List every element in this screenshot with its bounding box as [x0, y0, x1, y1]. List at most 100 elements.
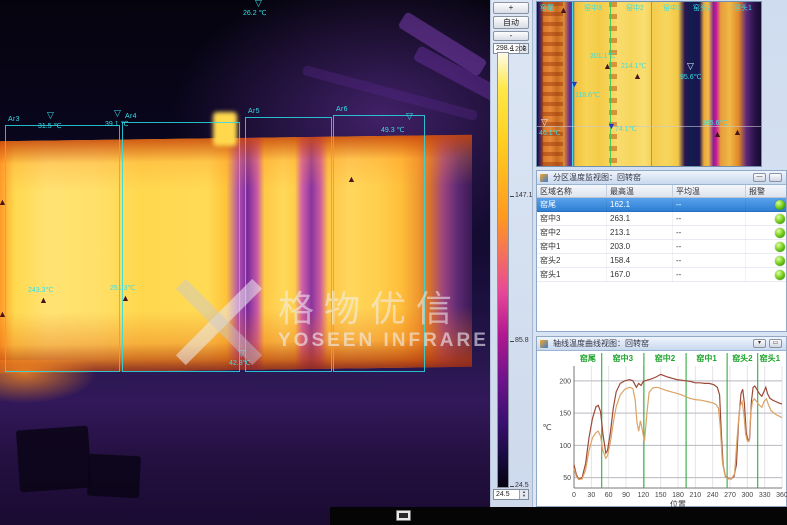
- level-min-spinner[interactable]: 24.5 ▲▼: [493, 489, 529, 500]
- scale-tick: [510, 341, 514, 342]
- strip-region-label: 窑头1: [734, 3, 752, 13]
- chart-tool-button[interactable]: ▾: [753, 339, 766, 348]
- table-row[interactable]: 窑中3263.1--: [537, 212, 786, 226]
- zone-name-cell: 窑中2: [537, 226, 607, 240]
- coldspot-marker-icon[interactable]: ▽: [687, 62, 694, 71]
- alarm-status-indicator: [775, 228, 785, 238]
- column-header[interactable]: 平均温: [673, 185, 746, 198]
- alarm-status-indicator: [775, 270, 785, 280]
- temperature-label: 95.6℃: [680, 74, 702, 82]
- measure-region-box[interactable]: Ar4: [122, 122, 240, 372]
- zoom-out-button[interactable]: -: [493, 31, 529, 41]
- temperature-label: 243.3℃: [28, 287, 53, 295]
- zone-name-cell: 窑头2: [537, 254, 607, 268]
- chart-region-label: 窑头2: [732, 353, 753, 363]
- temperature-label: 49.3 ℃: [381, 127, 404, 135]
- restore-button[interactable]: [769, 173, 782, 182]
- zone-name-cell: 窑头1: [537, 268, 607, 282]
- hotspot-marker-icon[interactable]: ▲: [713, 130, 722, 139]
- bottom-taskbar: [330, 507, 787, 525]
- temperature-label: 42.8℃: [229, 360, 251, 368]
- measure-region-box[interactable]: Ar3: [5, 125, 120, 372]
- table-row[interactable]: 窑中2213.1--: [537, 226, 786, 240]
- hotspot-marker-icon[interactable]: ▲: [733, 128, 742, 137]
- strip-region-label: 窑中2: [626, 3, 644, 13]
- alarm-status-indicator: [775, 242, 785, 252]
- coldspot-marker-icon[interactable]: ▽: [255, 0, 262, 8]
- coldspot-marker-icon[interactable]: ▽: [47, 111, 54, 120]
- hotspot-marker-icon[interactable]: ▲: [603, 62, 612, 71]
- y-tick-label: 200: [559, 378, 571, 385]
- strip-region-label: 窑尾: [540, 3, 554, 13]
- coldspot-marker-icon[interactable]: ▽: [406, 112, 413, 121]
- table-body: 窑尾162.1--窑中3263.1--窑中2213.1--窑中1203.0--窑…: [537, 198, 786, 331]
- window-icon: [540, 174, 548, 182]
- max-temp-cell: 263.1: [607, 212, 673, 226]
- strip-scan-line: [537, 126, 761, 127]
- x-tick-label: 0: [572, 492, 576, 499]
- region-name-label: Ar4: [125, 113, 137, 120]
- alarm-status-indicator: [775, 214, 785, 224]
- x-tick-label: 90: [622, 492, 630, 499]
- table-window-titlebar[interactable]: 分区温度监视图：回转窑 —: [537, 171, 786, 185]
- region-name-label: Ar5: [248, 108, 260, 115]
- hotspot-marker-icon[interactable]: ▲: [0, 198, 7, 207]
- scale-tick: [510, 486, 514, 487]
- measure-region-box[interactable]: Ar5: [245, 117, 332, 372]
- avg-temp-cell: --: [673, 268, 746, 282]
- column-header[interactable]: 最高温: [607, 185, 673, 198]
- thermal-image-view[interactable]: Ar3Ar4Ar5Ar6▽26.2 ℃▽31.5 ℃▽39.1 ℃▽49.3 ℃…: [0, 0, 490, 525]
- hotspot-marker-icon[interactable]: ▲: [121, 294, 130, 303]
- zone-name-cell: 窑尾: [537, 198, 607, 212]
- measure-region-box[interactable]: Ar6: [333, 115, 425, 372]
- auto-scale-button[interactable]: 自动: [493, 16, 529, 29]
- column-header[interactable]: 报警: [746, 185, 787, 198]
- region-name-label: Ar3: [8, 116, 20, 123]
- temperature-label: 39.1 ℃: [105, 121, 128, 129]
- hotspot-marker-icon[interactable]: ▲: [633, 72, 642, 81]
- x-tick-label: 270: [724, 492, 736, 499]
- hotspot-marker-icon[interactable]: ▲: [347, 175, 356, 184]
- y-tick-label: 150: [559, 411, 571, 418]
- spinner-arrows-icon[interactable]: ▲▼: [519, 490, 528, 499]
- scale-tick-label: 147.1: [515, 192, 533, 199]
- table-header-row: 区域名称最高温平均温报警: [537, 185, 786, 198]
- minimize-button[interactable]: —: [753, 173, 766, 182]
- max-temp-cell: 167.0: [607, 268, 673, 282]
- column-header[interactable]: 区域名称: [537, 185, 607, 198]
- coldspot-marker-icon[interactable]: ▽: [114, 109, 121, 118]
- avg-temp-cell: --: [673, 198, 746, 212]
- hotspot-marker-icon[interactable]: ▲: [39, 296, 48, 305]
- temperature-label: 201.1℃: [590, 53, 615, 61]
- kiln-strip-view[interactable]: 窑尾窑中3窑中2窑中1窑头2窑头1▲▲201.1℃▲214.1℃▼118.6℃▽…: [536, 1, 762, 167]
- coldspot-marker-icon[interactable]: ▼: [570, 80, 579, 89]
- tray-window-icon[interactable]: [396, 510, 411, 521]
- hotspot-marker-icon[interactable]: ▲: [559, 6, 568, 15]
- strip-region-label: 窑中1: [663, 3, 681, 13]
- strip-region-label: 窑头2: [693, 3, 711, 13]
- coldspot-marker-icon[interactable]: ▽: [238, 349, 245, 358]
- x-tick-label: 180: [672, 492, 684, 499]
- temperature-label: 165.6℃: [702, 120, 727, 128]
- strip-texture: [541, 2, 563, 166]
- zoom-in-button[interactable]: +: [493, 2, 529, 14]
- strip-boundary-line: [651, 2, 652, 166]
- strip-boundary-line: [610, 2, 611, 166]
- chart-window-titlebar[interactable]: 轴线温度曲线视图：回转窑 ▾ ▭: [537, 337, 786, 351]
- y-axis-title: ℃: [543, 423, 552, 432]
- region-name-label: Ar6: [336, 106, 348, 113]
- max-temp-cell: 162.1: [607, 198, 673, 212]
- table-row[interactable]: 窑头1167.0--: [537, 268, 786, 282]
- y-tick-label: 50: [563, 475, 571, 482]
- temperature-curve-chart[interactable]: 50100150200窑尾窑中3窑中2窑中1窑头2窑头1030609012015…: [537, 351, 787, 508]
- coldspot-marker-icon[interactable]: ▽: [541, 118, 548, 127]
- zone-name-cell: 窑中3: [537, 212, 607, 226]
- table-row[interactable]: 窑头2158.4--: [537, 254, 786, 268]
- hotspot-marker-icon[interactable]: ▲: [0, 310, 7, 319]
- table-row[interactable]: 窑尾162.1--: [537, 198, 786, 212]
- x-tick-label: 300: [741, 492, 753, 499]
- table-row[interactable]: 窑中1203.0--: [537, 240, 786, 254]
- chart-restore-button[interactable]: ▭: [769, 339, 782, 348]
- x-tick-label: 240: [707, 492, 719, 499]
- scale-tick: [510, 196, 514, 197]
